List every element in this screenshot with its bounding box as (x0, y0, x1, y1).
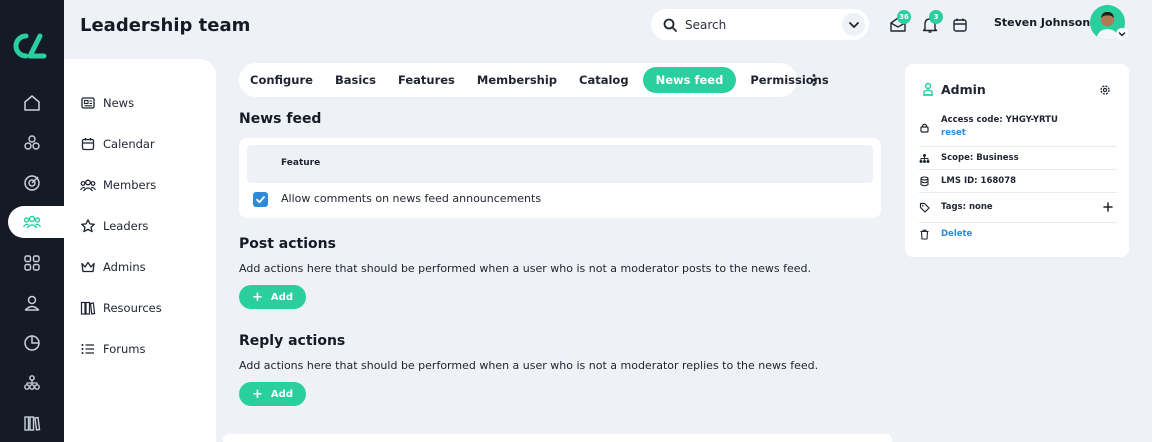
reply-actions-description: Add actions here that should be performe… (239, 359, 819, 372)
calendar-button[interactable] (951, 14, 971, 34)
tags-label: Tags: none (941, 202, 993, 212)
mail-button[interactable]: 36 (889, 10, 911, 34)
sidebar-item-label: Resources (103, 301, 162, 315)
divider (919, 146, 1117, 147)
search-input[interactable] (685, 17, 825, 32)
plus-icon: + (252, 386, 263, 402)
search-scope-toggle[interactable] (842, 13, 865, 36)
delete-link[interactable]: Delete (941, 229, 972, 239)
lock-icon (920, 123, 929, 133)
lms-id-row: LMS ID: 168078 (919, 176, 1117, 187)
sidebar-item-label: Admins (103, 260, 146, 274)
tab-basics[interactable]: Basics (335, 73, 376, 87)
list-icon (81, 344, 94, 354)
sidebar-item-label: Members (103, 178, 157, 192)
brand-logo[interactable] (12, 32, 52, 60)
news-icon (81, 97, 95, 109)
section-sidebar: News Calendar Members Leaders Admins Res… (64, 59, 216, 442)
admin-panel: Admin Access code: YHGY-YRTU reset Scope… (905, 64, 1129, 257)
user-name[interactable]: Steven Johnson (994, 16, 1090, 29)
tags-row: Tags: none (919, 202, 1117, 213)
sidebar-item-label: Calendar (103, 137, 155, 151)
crown-icon (81, 261, 95, 273)
access-code-label: Access code: YHGY-YRTU (941, 115, 1058, 125)
sidebar-item-resources[interactable]: Resources (80, 298, 162, 318)
account-chevron-icon[interactable] (1116, 28, 1128, 40)
more-options-icon[interactable] (808, 72, 820, 88)
reset-access-code-link[interactable]: reset (941, 128, 1058, 138)
sidebar-item-calendar[interactable]: Calendar (80, 134, 155, 154)
gear-icon[interactable] (1099, 84, 1111, 96)
sidebar-item-news[interactable]: News (80, 93, 134, 113)
home-icon[interactable] (0, 87, 64, 119)
post-actions-description: Add actions here that should be performe… (239, 262, 811, 275)
tab-news-feed[interactable]: News feed (642, 67, 737, 93)
trash-icon (920, 229, 929, 240)
pie-chart-icon[interactable] (0, 327, 64, 359)
chevron-down-icon (848, 21, 859, 28)
mail-badge: 36 (897, 10, 911, 24)
post-actions-heading: Post actions (239, 236, 336, 252)
members-icon (80, 179, 96, 192)
database-icon (920, 176, 929, 187)
add-button-label: Add (270, 388, 293, 400)
scope-row: Scope: Business (919, 153, 1117, 164)
sidebar-item-label: Forums (103, 342, 146, 356)
target-icon[interactable] (0, 167, 64, 199)
icon-rail (0, 0, 72, 442)
sidebar-item-label: Leaders (103, 219, 149, 233)
members-icon[interactable] (8, 206, 72, 238)
search-icon (663, 18, 677, 32)
tag-icon (919, 202, 930, 213)
tab-bar: Configure Basics Features Membership Cat… (239, 63, 829, 97)
divider (919, 169, 1117, 170)
plus-icon: + (252, 289, 263, 305)
divider (919, 192, 1117, 193)
divider (919, 222, 1117, 223)
access-code-row: Access code: YHGY-YRTU reset (919, 115, 1117, 138)
cubes-icon[interactable] (0, 127, 64, 159)
lms-id-label: LMS ID: 168078 (941, 176, 1017, 186)
tab-configure[interactable]: Configure (250, 73, 313, 87)
admin-panel-title: Admin (941, 82, 986, 97)
sidebar-item-forums[interactable]: Forums (80, 339, 145, 359)
tab-membership[interactable]: Membership (477, 73, 557, 87)
books-icon (80, 301, 96, 315)
hierarchy-icon[interactable] (0, 367, 64, 399)
library-icon[interactable] (0, 407, 64, 439)
checkmark-icon (256, 196, 265, 204)
sidebar-item-members[interactable]: Members (80, 175, 156, 195)
search-bar[interactable] (651, 9, 869, 40)
calendar-icon (953, 18, 967, 32)
tab-features[interactable]: Features (398, 73, 455, 87)
admin-badge-icon (923, 82, 933, 96)
sidebar-item-leaders[interactable]: Leaders (80, 216, 148, 236)
table-header: Feature (247, 145, 873, 183)
sidebar-item-admins[interactable]: Admins (80, 257, 146, 277)
bell-badge: 3 (929, 10, 943, 24)
reply-actions-heading: Reply actions (239, 333, 346, 349)
allow-comments-checkbox[interactable] (253, 192, 268, 207)
calendar-icon (81, 138, 95, 151)
allow-comments-label: Allow comments on news feed announcement… (281, 192, 542, 205)
next-section-card (223, 434, 892, 442)
add-post-action-button[interactable]: + Add (239, 285, 306, 309)
add-button-label: Add (270, 291, 293, 303)
star-icon (81, 219, 95, 233)
add-reply-action-button[interactable]: + Add (239, 382, 306, 406)
tab-catalog[interactable]: Catalog (579, 73, 629, 87)
scope-label: Scope: Business (941, 153, 1019, 163)
delete-row[interactable]: Delete (919, 229, 1117, 240)
sidebar-item-label: News (103, 96, 135, 110)
news-feed-heading: News feed (239, 111, 322, 127)
user-icon[interactable] (0, 287, 64, 319)
page-title: Leadership team (80, 15, 251, 36)
news-feed-feature-table: Feature Allow comments on news feed anno… (239, 138, 881, 218)
add-tag-icon[interactable] (1103, 202, 1113, 212)
grid-icon[interactable] (0, 247, 64, 279)
feature-column-header: Feature (281, 158, 321, 168)
hierarchy-icon (919, 154, 930, 163)
notifications-button[interactable]: 3 (921, 10, 943, 34)
